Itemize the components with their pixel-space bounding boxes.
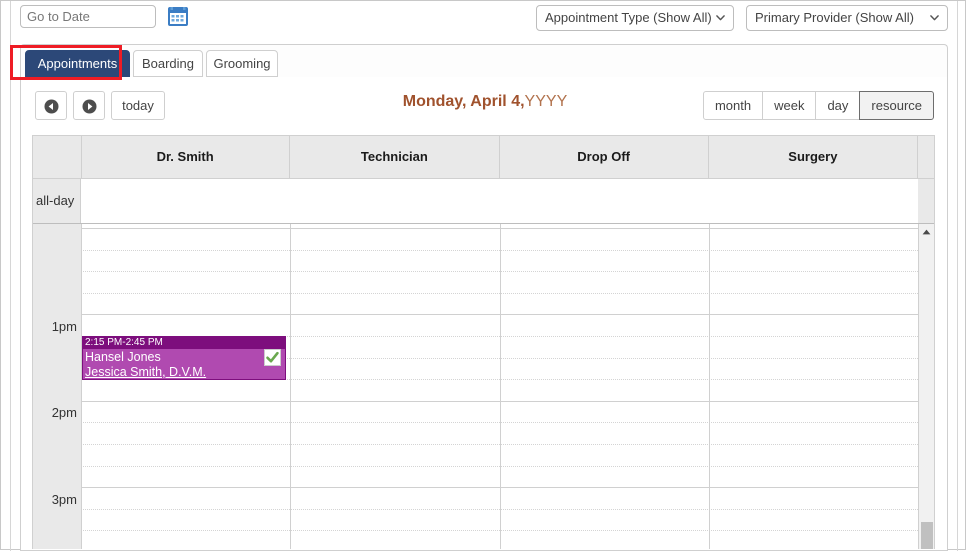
appointment-confirmed-checkbox[interactable] xyxy=(264,349,282,366)
next-day-button[interactable] xyxy=(73,91,105,120)
calendar-date-title: Monday, April 4,YYYY xyxy=(320,93,650,111)
column-divider xyxy=(499,224,501,549)
resource-header-drop-off[interactable]: Drop Off xyxy=(500,136,709,178)
calendar-date-title-year: YYYY xyxy=(524,93,568,110)
header-gutter-cell xyxy=(33,136,82,178)
resource-header-label: Surgery xyxy=(788,149,838,164)
time-axis-gutter: 1pm 2pm 3pm 4pm xyxy=(33,224,82,549)
tab-appointments-label: Appointments xyxy=(37,56,118,71)
all-day-label: all-day xyxy=(33,179,81,223)
all-day-cell-dr-smith[interactable] xyxy=(81,179,291,223)
resource-header-surgery[interactable]: Surgery xyxy=(709,136,918,178)
primary-provider-filter[interactable]: Primary Provider (Show All) xyxy=(746,5,948,31)
view-button-week-label: week xyxy=(774,98,805,113)
resource-header-label: Drop Off xyxy=(577,149,630,164)
today-button[interactable]: today xyxy=(111,91,165,120)
header-scroll-pad xyxy=(918,136,934,178)
chevron-down-icon xyxy=(930,15,939,21)
calendar-toolbar: today Monday, April 4,YYYY month week da… xyxy=(20,91,948,121)
view-button-day[interactable]: day xyxy=(815,91,861,120)
view-button-month-label: month xyxy=(714,98,752,113)
all-day-cell-surgery[interactable] xyxy=(708,179,918,223)
all-day-row: all-day xyxy=(33,179,934,224)
all-day-cell-technician[interactable] xyxy=(290,179,500,223)
app-window: Appointment Type (Show All) Primary Prov… xyxy=(0,0,966,551)
all-day-scroll-pad xyxy=(918,179,934,223)
calendar-icon xyxy=(168,7,188,26)
module-tab-strip: Appointments Boarding Grooming xyxy=(20,44,948,77)
scrollbar-thumb[interactable] xyxy=(921,522,933,549)
chevron-down-icon xyxy=(716,15,725,21)
tab-grooming-label: Grooming xyxy=(213,56,271,71)
caret-left-circle-icon xyxy=(44,99,58,114)
appointment-event[interactable]: 2:15 PM-2:45 PM Hansel Jones Jessica Smi… xyxy=(82,336,287,381)
scroll-up-button[interactable] xyxy=(919,224,934,240)
all-day-cell-drop-off[interactable] xyxy=(499,179,709,223)
resource-calendar: Dr. Smith Technician Drop Off Surgery al… xyxy=(32,135,935,549)
view-button-resource[interactable]: resource xyxy=(859,91,934,120)
caret-right-circle-icon xyxy=(82,99,96,114)
view-button-day-label: day xyxy=(827,98,849,113)
scroll-up-arrow-icon xyxy=(922,229,931,235)
appointment-type-filter-label: Appointment Type (Show All) xyxy=(545,10,712,25)
appointment-type-filter[interactable]: Appointment Type (Show All) xyxy=(536,5,734,31)
goto-date-input[interactable] xyxy=(20,5,156,28)
resource-header-label: Technician xyxy=(360,149,428,164)
view-button-week[interactable]: week xyxy=(762,91,817,120)
view-button-resource-label: resource xyxy=(871,98,922,113)
resource-header-technician[interactable]: Technician xyxy=(290,136,500,178)
time-label-3pm: 3pm xyxy=(51,492,77,507)
view-button-month[interactable]: month xyxy=(702,91,764,120)
resource-header-label: Dr. Smith xyxy=(156,149,214,164)
top-filter-bar: Appointment Type (Show All) Primary Prov… xyxy=(1,1,966,39)
tab-boarding-label: Boarding xyxy=(141,56,195,71)
resource-header-dr-smith[interactable]: Dr. Smith xyxy=(81,136,291,178)
appointment-time: 2:15 PM-2:45 PM xyxy=(83,337,286,349)
time-grid-lines xyxy=(81,224,918,549)
view-switcher: month week day resource xyxy=(702,91,934,120)
prev-day-button[interactable] xyxy=(35,91,67,120)
tab-appointments[interactable]: Appointments xyxy=(25,50,130,77)
calendar-picker-button[interactable] xyxy=(167,6,189,27)
column-divider xyxy=(290,224,292,549)
tab-boarding[interactable]: Boarding xyxy=(133,50,203,77)
today-button-label: today xyxy=(122,98,154,113)
appointment-provider-name: Jessica Smith, D.V.M. xyxy=(85,365,207,379)
resource-header-row: Dr. Smith Technician Drop Off Surgery xyxy=(33,136,934,179)
time-label-2pm: 2pm xyxy=(51,405,77,420)
check-icon xyxy=(266,351,279,363)
calendar-date-title-day: Monday, April 4, xyxy=(402,93,525,110)
column-divider xyxy=(708,224,710,549)
time-label-1pm: 1pm xyxy=(51,319,77,334)
time-grid[interactable]: 1pm 2pm 3pm 4pm 2:15 PM-2:45 PM Hansel J… xyxy=(33,224,934,549)
appointment-patient-name: Hansel Jones xyxy=(85,350,161,364)
calendar-vertical-scrollbar[interactable] xyxy=(918,224,934,549)
primary-provider-filter-label: Primary Provider (Show All) xyxy=(755,10,914,25)
tab-grooming[interactable]: Grooming xyxy=(206,50,278,77)
